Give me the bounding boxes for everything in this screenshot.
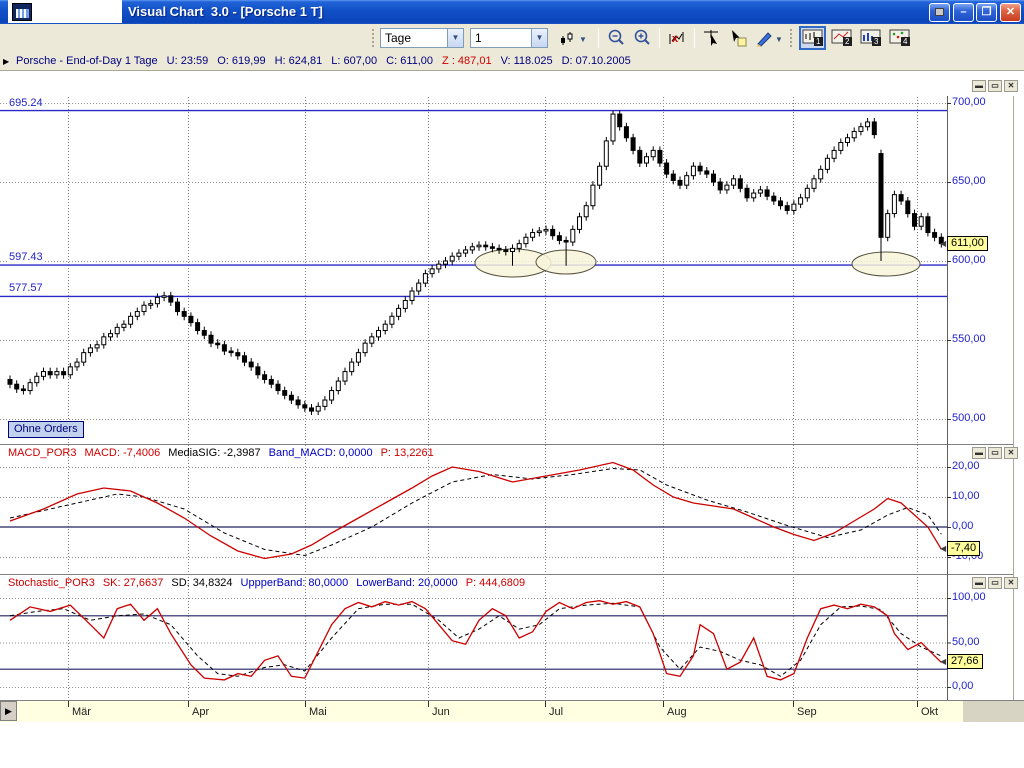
pane-maximize-button[interactable]: ▭ [988, 577, 1002, 589]
close-button[interactable]: ✕ [1000, 3, 1021, 22]
month-label-mai: Mai [309, 706, 327, 718]
header-segment: P: 13,2261 [381, 447, 434, 459]
month-tick [428, 701, 429, 707]
chart-window-controls: ▬ ▭ ✕ [972, 80, 1018, 92]
stochastic-header: Stochastic_POR3 SK: 27,6637 SD: 34,8324 Upp… [8, 577, 533, 589]
month-label-mär: Mär [72, 706, 91, 718]
pane-close-button[interactable]: ✕ [1004, 577, 1018, 589]
price-marker-arrow-icon: ◀ [940, 239, 946, 248]
application-window: Visual Chart 3.0 - [Porsche 1 T] – ❐ ✕ D… [0, 0, 1024, 768]
axis-tick-label: 0,00 [952, 520, 973, 532]
month-tick [305, 701, 306, 707]
header-segment: MACD: -7,4006 [84, 447, 160, 459]
panel-icon [935, 8, 944, 16]
pane-minimize-button[interactable]: ▬ [972, 80, 986, 92]
header-segment: P: 444,6809 [466, 577, 525, 589]
month-label-sep: Sep [797, 706, 817, 718]
time-axis: Mär Apr Mai Jun Jul Aug Sep Okt [0, 700, 963, 722]
time-axis-arrow-button[interactable]: ▶ [0, 701, 17, 721]
last-price-box: 611,00 [947, 236, 988, 251]
app-chart-icon [12, 3, 32, 21]
axis-tick-label: 50,00 [952, 636, 980, 648]
pane-close-button[interactable]: ✕ [1004, 447, 1018, 459]
header-segment: LowerBand: 20,0000 [356, 577, 458, 589]
month-tick [793, 701, 794, 707]
axis-tick-label: 500,00 [952, 412, 986, 424]
axis-tick-label: 650,00 [952, 175, 986, 187]
panel-toggle-button[interactable] [929, 3, 950, 22]
horizontal-level-label: 577.57 [8, 282, 44, 294]
stoch-value-box: 27,66 [947, 654, 983, 669]
header-segment: MediaSIG: -2,3987 [168, 447, 260, 459]
pane-minimize-button[interactable]: ▬ [972, 447, 986, 459]
horizontal-level-label: 597.43 [8, 251, 44, 263]
stoch-marker-arrow-icon: ◀ [940, 657, 946, 666]
axis-tick-label: 700,00 [952, 96, 986, 108]
header-segment: UppperBand: 80,0000 [241, 577, 349, 589]
pane-maximize-button[interactable]: ▭ [988, 80, 1002, 92]
month-label-jun: Jun [432, 706, 450, 718]
month-label-aug: Aug [667, 706, 687, 718]
window-title: Visual Chart 3.0 - [Porsche 1 T] [128, 4, 323, 19]
axis-tick-label: 10,00 [952, 490, 980, 502]
chart-canvas [0, 0, 1024, 768]
restore-button[interactable]: ❐ [976, 3, 997, 22]
macd-marker-arrow-icon: ◀ [940, 544, 946, 553]
month-tick [663, 701, 664, 707]
axis-tick-label: 600,00 [952, 254, 986, 266]
stoch-pane-controls: ▬ ▭ ✕ [972, 577, 1018, 589]
header-segment: MACD_POR3 [8, 447, 76, 459]
scroll-corner [963, 700, 1024, 722]
month-tick [188, 701, 189, 707]
month-tick [917, 701, 918, 707]
month-label-okt: Okt [921, 706, 938, 718]
month-label-jul: Jul [549, 706, 563, 718]
month-tick [545, 701, 546, 707]
title-bar: Visual Chart 3.0 - [Porsche 1 T] – ❐ ✕ [0, 0, 1024, 24]
axis-tick-label: 20,00 [952, 460, 980, 472]
header-segment: SD: 34,8324 [171, 577, 232, 589]
header-segment: Band_MACD: 0,0000 [269, 447, 373, 459]
axis-tick-label: 550,00 [952, 333, 986, 345]
month-label-apr: Apr [192, 706, 209, 718]
axis-tick-label: 0,00 [952, 680, 973, 692]
horizontal-level-label: 695.24 [8, 97, 44, 109]
pane-minimize-button[interactable]: ▬ [972, 577, 986, 589]
header-segment: Stochastic_POR3 [8, 577, 95, 589]
macd-header: MACD_POR3 MACD: -7,4006 MediaSIG: -2,3987 B… [8, 447, 442, 459]
pane-close-button[interactable]: ✕ [1004, 80, 1018, 92]
axis-tick-label: 100,00 [952, 591, 986, 603]
header-segment: SK: 27,6637 [103, 577, 164, 589]
macd-value-box: -7,40 [947, 541, 980, 556]
minimize-button[interactable]: – [953, 3, 974, 22]
ohne-orders-badge[interactable]: Ohne Orders [8, 421, 84, 438]
macd-pane-controls: ▬ ▭ ✕ [972, 447, 1018, 459]
pane-maximize-button[interactable]: ▭ [988, 447, 1002, 459]
month-tick [68, 701, 69, 707]
